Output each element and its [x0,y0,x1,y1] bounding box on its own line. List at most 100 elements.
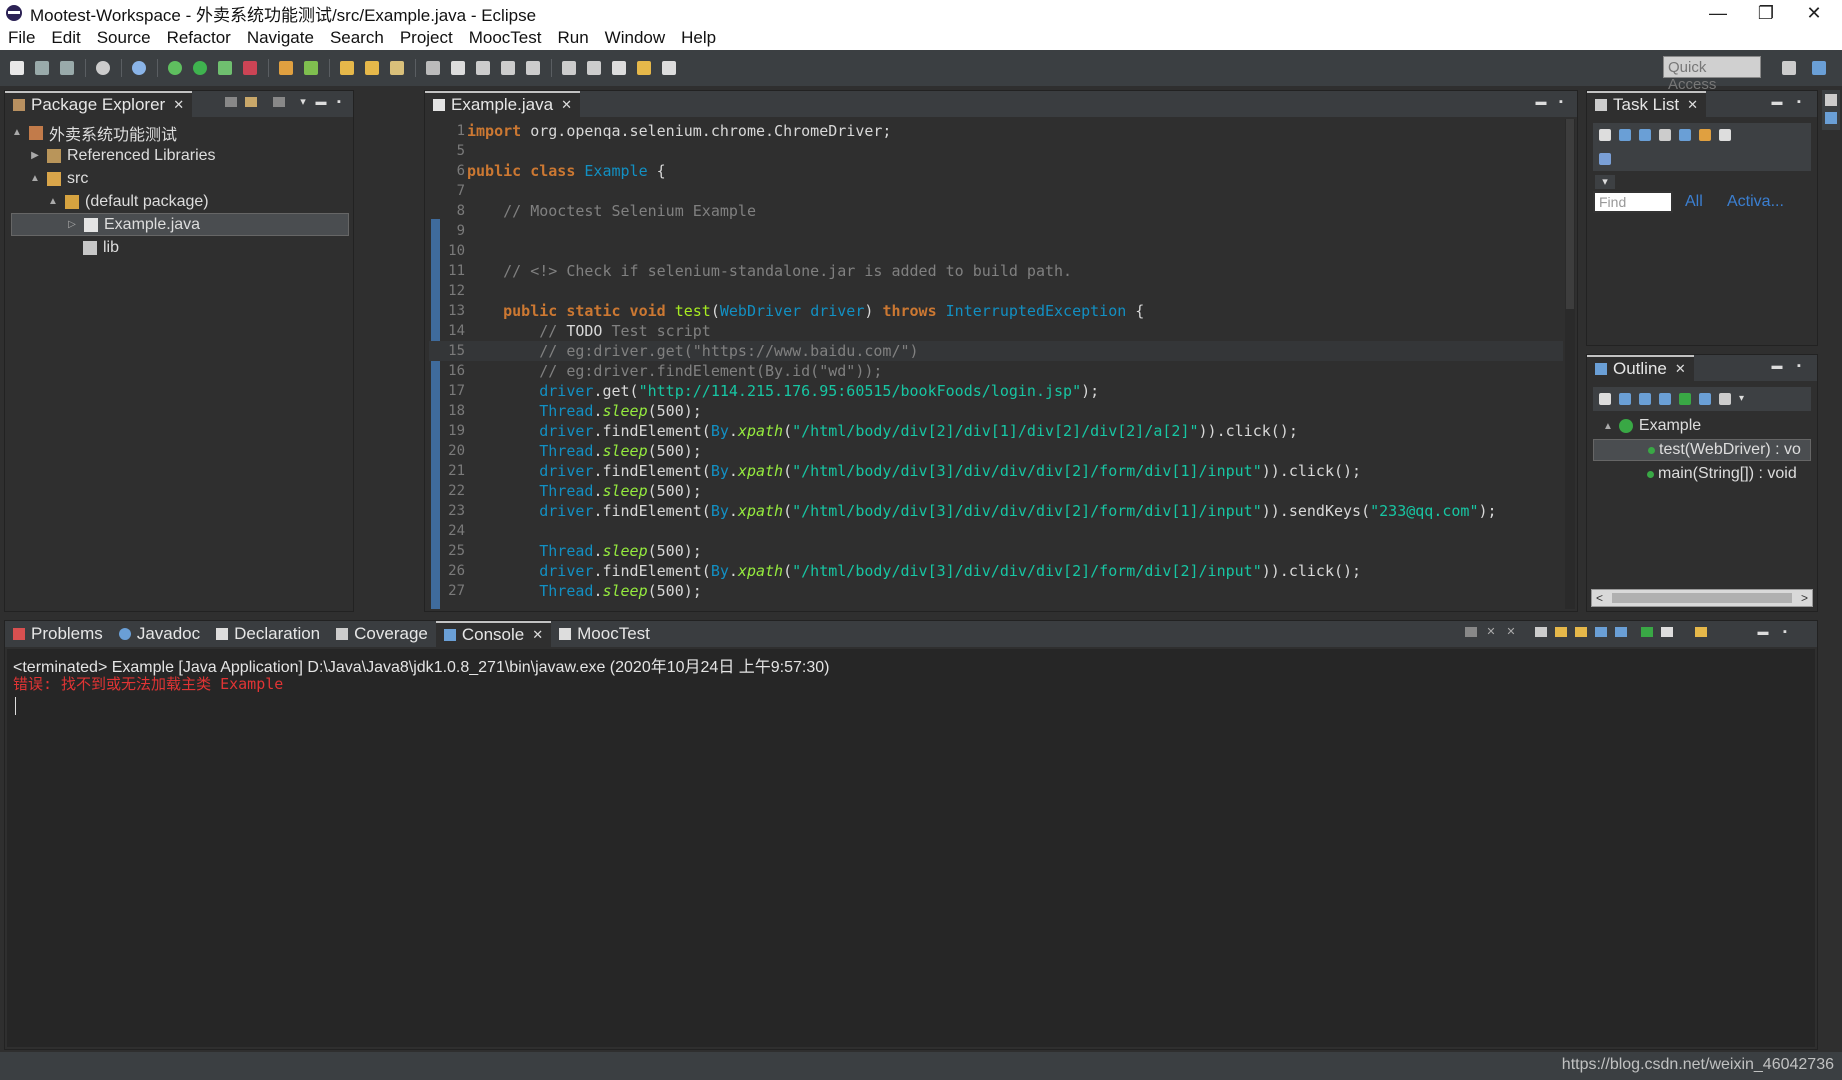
minimize-button[interactable]: — [1694,0,1742,26]
display-selected-console-icon[interactable] [1661,627,1673,637]
code-line[interactable]: 12 [429,281,1563,301]
collapsed-arrow-icon[interactable]: ▶ [29,150,41,161]
tab-mooctest[interactable]: MoocTest [551,621,658,647]
remove-all-launches-icon[interactable]: ✕ [1505,627,1517,638]
collapsed-arrow-icon[interactable]: ▷ [66,219,78,230]
expanded-arrow-icon[interactable]: ▲ [11,127,23,138]
focus-icon[interactable] [273,97,285,107]
code-line[interactable]: 1 import org.openqa.selenium.chrome.Chrom… [429,121,1563,141]
synchronize-icon[interactable] [1599,153,1611,165]
hide-fields-icon[interactable] [1639,393,1651,405]
close-icon[interactable]: ✕ [1675,361,1686,377]
back-icon[interactable] [637,61,651,75]
quick-access-input[interactable]: Quick Access [1663,56,1761,93]
maximize-button[interactable]: ❐ [1742,0,1790,26]
save-all-icon[interactable] [60,61,74,75]
code-line[interactable]: 23 driver.findElement(By.xpath("/html/bo… [429,501,1563,521]
collapse-all-icon[interactable] [1719,129,1731,141]
maximize-view-icon[interactable]: ▪ [1779,627,1791,638]
scroll-left-icon[interactable]: < [1596,591,1603,605]
outline-item-main-method[interactable]: main(String[]) : void [1593,463,1811,485]
code-line[interactable]: 11 // <!> Check if selenium-standalone.j… [429,261,1563,281]
expanded-arrow-icon[interactable]: ▲ [29,173,41,184]
forward-icon[interactable] [662,61,676,75]
run-icon[interactable] [193,61,207,75]
code-line[interactable]: 17 driver.get("http://114.215.176.95:605… [429,381,1563,401]
focus-icon[interactable] [1719,393,1731,405]
last-edit-icon[interactable] [612,61,626,75]
search-icon[interactable] [390,61,404,75]
new-java-project-icon[interactable] [279,61,293,75]
categorize-icon[interactable] [1619,129,1631,141]
menu-run[interactable]: Run [557,28,588,48]
open-perspective-icon[interactable] [1782,61,1796,75]
code-line[interactable]: 13 public static void test(WebDriver dri… [429,301,1563,321]
code-line[interactable]: 24 [429,521,1563,541]
code-line[interactable]: 22 Thread.sleep(500); [429,481,1563,501]
open-console-icon[interactable] [1695,627,1707,637]
java-perspective-icon[interactable] [1812,61,1826,75]
menu-help[interactable]: Help [681,28,716,48]
tree-item-example-java[interactable]: ▷ Example.java [11,213,349,236]
tree-item-default-package[interactable]: ▲ (default package) [11,190,349,213]
code-line[interactable]: 14 // TODO Test script [429,321,1563,341]
tab-task-list[interactable]: Task List ✕ [1587,91,1707,117]
focus-workweek-icon[interactable] [1699,129,1711,141]
schedule-icon[interactable] [1639,129,1651,141]
close-window-button[interactable]: ✕ [1790,0,1838,26]
show-whitespace-icon[interactable] [501,61,515,75]
code-line[interactable]: 16 // eg:driver.findElement(By.id("wd"))… [429,361,1563,381]
find-input[interactable]: Find [1593,191,1673,213]
scroll-lock-icon[interactable] [1555,627,1567,637]
expanded-arrow-icon[interactable]: ▲ [1603,421,1613,432]
collapse-all-icon[interactable] [1599,393,1611,405]
code-line[interactable]: 5 [429,141,1563,161]
menu-project[interactable]: Project [400,28,453,48]
console-output[interactable]: <terminated> Example [Java Application] … [7,649,1815,1047]
activate-link[interactable]: Activa... [1727,193,1784,211]
maximize-view-icon[interactable]: ▪ [1793,361,1805,372]
menu-edit[interactable]: Edit [51,28,80,48]
code-line[interactable]: 18 Thread.sleep(500); [429,401,1563,421]
menu-search[interactable]: Search [330,28,384,48]
restore-icon[interactable] [1825,94,1837,106]
menu-file[interactable]: File [8,28,35,48]
tab-example-java[interactable]: Example.java ✕ [425,91,580,117]
menu-mooctest[interactable]: MoocTest [469,28,542,48]
profile-icon[interactable] [96,61,110,75]
clear-console-icon[interactable] [1535,627,1547,637]
terminate-icon[interactable] [1465,627,1477,637]
next-annotation-icon[interactable] [562,61,576,75]
sort-icon[interactable] [1619,393,1631,405]
tab-outline[interactable]: Outline ✕ [1587,355,1694,381]
menu-window[interactable]: Window [605,28,665,48]
toggle-mark-icon[interactable] [451,61,465,75]
code-line[interactable]: 8 // Mooctest Selenium Example [429,201,1563,221]
block-selection-icon[interactable] [476,61,490,75]
expanded-arrow-icon[interactable]: ▲ [47,196,59,207]
tab-console[interactable]: Console ✕ [435,621,552,647]
outline-item-test-method[interactable]: test(WebDriver) : vo [1593,439,1811,461]
code-line[interactable]: 6 public class Example { [429,161,1563,181]
coverage-icon[interactable] [218,61,232,75]
skip-breakpoints-icon[interactable] [132,61,146,75]
tree-item-lib[interactable]: lib [11,236,349,259]
outline-horizontal-scrollbar[interactable]: < > [1591,589,1813,607]
view-menu-icon[interactable]: ▾ [1739,393,1751,405]
menu-refactor[interactable]: Refactor [167,28,231,48]
open-task-icon[interactable] [365,61,379,75]
link-with-editor-icon[interactable] [245,97,257,107]
filter-icon[interactable] [1659,129,1671,141]
tab-coverage[interactable]: Coverage [328,621,436,647]
menu-navigate[interactable]: Navigate [247,28,314,48]
code-line[interactable]: 26 driver.findElement(By.xpath("/html/bo… [429,561,1563,581]
minimize-view-icon[interactable]: ▬ [1757,627,1769,638]
close-icon[interactable]: ✕ [532,627,543,643]
new-task-icon[interactable] [1599,129,1611,141]
close-icon[interactable]: ✕ [561,97,572,113]
save-icon[interactable] [35,61,49,75]
debug-icon[interactable] [168,61,182,75]
scroll-thumb[interactable] [1566,119,1574,309]
tree-item-project[interactable]: ▲ 外卖系统功能测试 [11,121,349,144]
code-line[interactable]: 15 // eg:driver.get("https://www.baidu.c… [429,341,1563,361]
